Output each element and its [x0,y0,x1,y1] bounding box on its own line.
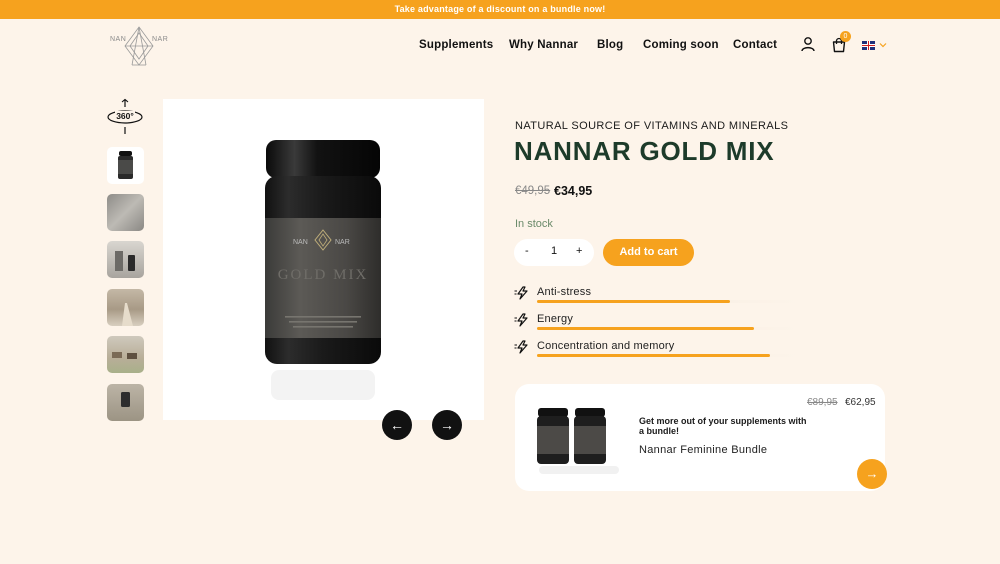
thumbnail-path[interactable] [107,289,144,326]
thumbnail-horses[interactable] [107,336,144,373]
benefit-track [537,327,802,330]
gallery-prev-button[interactable]: ← [382,410,412,440]
path-thumbnail-image [122,303,133,326]
lightning-icon [514,340,528,354]
arrow-right-icon: → [440,417,454,433]
horses-thumbnail-image [112,352,137,359]
benefit-anti-stress: Anti-stress [514,286,804,310]
nav-why-nannar[interactable]: Why Nannar [509,39,578,51]
product-title: NANNAR GOLD MIX [514,136,775,166]
thumbnail-jar[interactable] [107,147,144,184]
rotate-360-button[interactable]: 360° [106,98,144,136]
qty-decrease-button[interactable]: - [525,245,529,257]
promo-banner-text: Take advantage of a discount on a bundle… [394,4,606,14]
thumbnail-outdoor-jar[interactable] [107,384,144,421]
qty-value[interactable]: 1 [551,245,557,257]
jar-thumbnail-image [118,151,133,179]
stock-status: In stock [515,218,553,230]
arrow-left-icon: ← [390,417,404,433]
rotate-360-icon: 360° [107,98,143,134]
outdoor-jar-thumbnail-image [121,392,130,407]
thumbnail-label[interactable] [107,194,144,231]
benefit-label: Energy [537,313,574,325]
nav-contact[interactable]: Contact [733,39,777,51]
arrow-right-icon: → [865,466,879,481]
gold-mix-jar-image: NAN NAR GOLD MIX [265,140,381,400]
bundle-old-price: €89,95 [807,397,838,408]
gallery-next-button[interactable]: → [432,410,462,440]
bundle-name[interactable]: Nannar Feminine Bundle [639,444,767,456]
jar-brand-left: NAN [293,239,308,246]
benefit-level-bar [537,327,755,330]
jar-product-text: GOLD MIX [278,267,369,283]
add-to-cart-button[interactable]: Add to cart [603,239,694,266]
thumbnail-jar-box[interactable] [107,241,144,278]
bundle-headline: Get more out of your supplements with a … [639,416,807,436]
quantity-stepper: - 1 + [514,239,594,266]
uk-flag-icon[interactable] [862,41,875,50]
benefit-label: Concentration and memory [537,340,675,352]
benefit-level-bar [537,354,771,357]
promo-banner: Take advantage of a discount on a bundle… [0,0,1000,19]
benefit-concentration: Concentration and memory [514,340,804,364]
lightning-icon [514,313,528,327]
rotate-360-label: 360° [116,111,134,121]
lightning-icon [514,286,528,300]
benefit-level-bar [537,300,731,303]
product-main-image: NAN NAR GOLD MIX [163,99,484,420]
main-nav: Supplements Why Nannar Blog Coming soon … [0,39,1000,55]
benefit-track [537,354,802,357]
old-price: €49,95 [515,185,551,197]
bundle-price: €62,95 [845,397,876,408]
nav-blog[interactable]: Blog [597,39,623,51]
bundle-jars-image [537,408,619,474]
product-subtitle: NATURAL SOURCE OF VITAMINS AND MINERALS [515,120,789,132]
qty-increase-button[interactable]: + [576,245,582,257]
benefit-label: Anti-stress [537,286,592,298]
jar-brand-right: NAR [335,239,350,246]
nav-coming-soon[interactable]: Coming soon [643,39,719,51]
benefit-track [537,300,802,303]
cart-count-badge: 0 [840,31,851,42]
jar-box-thumbnail-image [115,251,135,271]
current-price: €34,95 [554,184,593,198]
chevron-down-icon[interactable] [879,42,887,48]
bundle-open-button[interactable]: → [857,459,887,489]
benefit-energy: Energy [514,313,804,337]
nav-supplements[interactable]: Supplements [419,39,493,51]
user-icon[interactable] [800,36,816,52]
bundle-card[interactable]: €89,95 €62,95 Get more out of your suppl… [515,384,885,491]
